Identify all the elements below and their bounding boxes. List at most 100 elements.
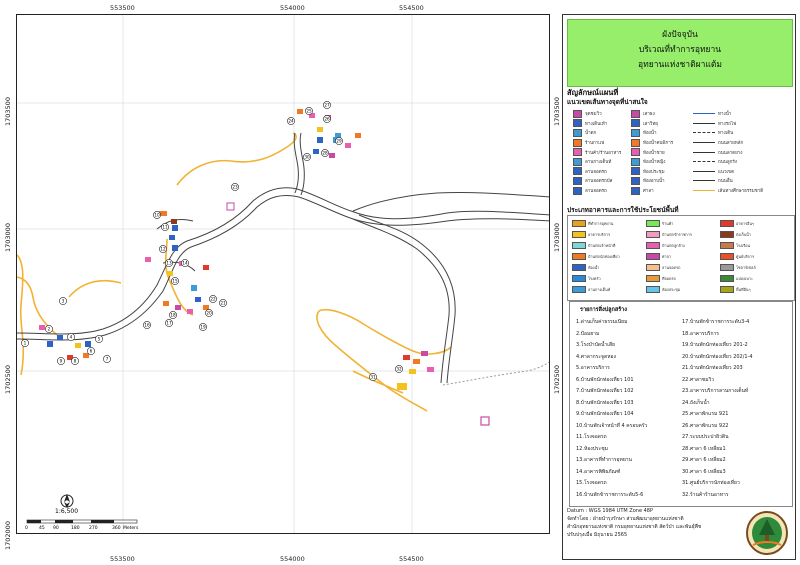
legend-label: เสาวิทยุ xyxy=(643,121,658,127)
legend-label: ถนนลูกรัง xyxy=(718,160,737,166)
walking-trail xyxy=(442,361,549,386)
legend-item: เสาวิทยุ xyxy=(631,119,673,129)
poi-symbol-icon xyxy=(573,128,582,137)
site-number: 21 xyxy=(220,301,226,306)
site-number: 4 xyxy=(70,335,73,340)
legend-label: ห้องน้ำหญิง xyxy=(643,160,666,166)
line-style-icon xyxy=(693,142,715,144)
structure-list-item: 25.ศาลาพักแรม 921 xyxy=(682,411,729,417)
building-type-item: อาคารอื่นๆ xyxy=(720,220,754,227)
map-frame[interactable]: 1 2 3 4 5 6 7 8 9 10 11 12 13 14 15 16 17 18 19 20 21 22 23 24 2… xyxy=(16,14,550,534)
building-type-label: ถังเก็บน้ำ xyxy=(736,231,751,237)
legend-label: ลานจอดรถ xyxy=(585,169,607,175)
site-number: 26 xyxy=(324,117,330,122)
legend-label: เส้นทางศึกษาธรรมชาติ xyxy=(718,189,764,195)
building-type-item: ห้องน้ำ xyxy=(572,264,599,271)
legend-label: ร้านค้า/ร้านอาหาร xyxy=(585,150,622,156)
building-color-swatch xyxy=(572,242,586,249)
building-color-swatch xyxy=(646,242,660,249)
legend-label: ทางเดิน xyxy=(718,131,734,137)
legend-lines-col3: ทางน้ำ ทางรถไฟ ทางเดิน ถนนสายหลัก ถนนลาดยางถ… xyxy=(693,109,763,195)
legend-label: ศาลา xyxy=(643,189,654,195)
building-type-label: ศูนย์บริการ xyxy=(736,253,755,259)
building-type-item: ศาลา xyxy=(646,253,671,260)
building-color-swatch xyxy=(720,242,734,249)
building-type-item: ที่จอดรถ xyxy=(646,275,676,282)
building-type-label: โรงครัว xyxy=(588,275,601,281)
structure-list-item: 7.บ้านพักนักท่องเที่ยว 102 xyxy=(576,388,634,394)
poi-symbol-icon xyxy=(631,138,640,147)
legend-item: ห้องน้ำชาย xyxy=(631,147,673,157)
title-box: ผังปัจจุบัน บริเวณที่ทำการอุทยาน อุทยานแ… xyxy=(567,19,793,87)
poi-symbol-icon xyxy=(573,148,582,157)
legend-item: ห้องน้ำหญิง xyxy=(631,157,673,167)
legend-item: ถนนสายหลัก xyxy=(693,138,763,148)
building-type-label: แปลงเพาะ xyxy=(736,275,754,281)
legend-label: ห้องประชุม xyxy=(643,169,665,175)
building-type-label: บ้านพักลูกจ้าง xyxy=(662,242,685,248)
site-number: 23 xyxy=(232,185,238,190)
x-coord-bottom-1: 553500 xyxy=(110,555,135,563)
structure-list-item: 12.ห้องประชุม xyxy=(576,445,608,452)
legend-label: น้ำตก xyxy=(585,131,597,137)
site-number: 7 xyxy=(106,357,109,362)
line-style-icon xyxy=(693,132,715,134)
y-coord-left-2: 1703000 xyxy=(4,223,12,252)
orange-paths xyxy=(17,132,452,412)
footer-datum: Datum : WGS 1984 UTM Zone 48P xyxy=(567,508,653,514)
map-canvas[interactable]: 1234 5678910111213 141516 17181920212223242… xyxy=(17,15,550,534)
poi-symbol-icon xyxy=(631,128,640,137)
legend-item: ห้องประชุม xyxy=(631,167,673,177)
poi-symbol-icon xyxy=(573,186,582,195)
site-number: 16 xyxy=(144,323,150,328)
legend-subheading: แนวเขตเส้นทางจุดที่น่าสนใจ xyxy=(567,98,648,106)
y-coord-right-3: 1702500 xyxy=(553,365,561,394)
poi-symbol-icon xyxy=(573,157,582,166)
site-number: 3 xyxy=(62,299,65,304)
legend-symbols-col2: เสาธง เสาวิทยุ ห้องน้ำ ห้องน้ำคนพิการ ห้องน้… xyxy=(631,109,673,195)
structure-list-item: 20.บ้านพักนักท่องเที่ยว 202/1-4 xyxy=(682,353,753,360)
building-type-item: ห้องประชุม xyxy=(646,286,680,293)
site-number: 17 xyxy=(166,321,172,326)
building-color-swatch xyxy=(720,264,734,271)
building-type-item: บ้านพักลูกจ้าง xyxy=(646,242,685,249)
structure-list-item: 31.ศูนย์บริการนักท่องเที่ยว xyxy=(682,480,740,486)
site-number: 28 xyxy=(322,151,328,156)
structure-list-item: 22.ศาลาชมวิว xyxy=(682,376,715,383)
site-number: 18 xyxy=(170,313,176,318)
legend-item: ห้องน้ำคนพิการ xyxy=(631,138,673,148)
legend-item: เสาธง xyxy=(631,109,673,119)
footer-agency: สำนักอุทยานแห่งชาติ กรมอุทยานแห่งชาติ สั… xyxy=(567,524,702,530)
structure-list-item: 2.ป้อมยาม xyxy=(576,330,600,337)
legend-item: ทางเดินเท้า xyxy=(573,119,621,129)
site-number: 15 xyxy=(172,279,178,284)
legend-label: ลานกางเต็นท์ xyxy=(585,160,612,166)
legend-label: ลานจอดรถบัส xyxy=(585,179,613,185)
legend-label: ห้องน้ำชาย xyxy=(643,150,665,156)
building-type-label: ที่จอดรถ xyxy=(662,275,676,281)
line-style-icon xyxy=(693,180,715,182)
poi-symbol-icon xyxy=(631,176,640,185)
legend-panel: ผังปัจจุบัน บริเวณที่ทำการอุทยาน อุทยานแ… xyxy=(562,14,796,560)
building-color-swatch xyxy=(646,264,660,271)
poi-symbol-icon xyxy=(631,109,640,118)
building-type-label: ห้องน้ำ xyxy=(588,264,600,270)
poi-symbol-icon xyxy=(573,119,582,128)
legend-item: ทางน้ำ xyxy=(693,109,763,119)
legend-item: น้ำตก xyxy=(573,128,621,138)
x-coord-bottom-2: 554000 xyxy=(280,555,305,563)
building-type-item: บ้านพักข้าราชการ xyxy=(646,231,692,238)
legend-label: ร้านกาแฟ xyxy=(585,141,605,147)
structure-list-item: 8.บ้านพักนักท่องเที่ยว 103 xyxy=(576,399,634,406)
y-coord-left-3: 1702500 xyxy=(4,365,12,394)
title-line-2: บริเวณที่ทำการอุทยาน xyxy=(638,45,722,55)
legend-item: จุดชมวิว xyxy=(573,109,621,119)
building-type-item: แปลงเพาะ xyxy=(720,275,753,282)
line-style-icon xyxy=(693,161,715,163)
legend-item: ห้องอาบน้ำ xyxy=(631,176,673,186)
scale-tick: 360 xyxy=(112,526,121,531)
building-color-swatch xyxy=(572,286,586,293)
building-type-label: บ้านพักเจ้าหน้าที่ xyxy=(588,242,616,248)
structure-list-item: 23.อาคารบริการลานกางเต็นท์ xyxy=(682,388,749,394)
poi-symbol-icon xyxy=(573,138,582,147)
